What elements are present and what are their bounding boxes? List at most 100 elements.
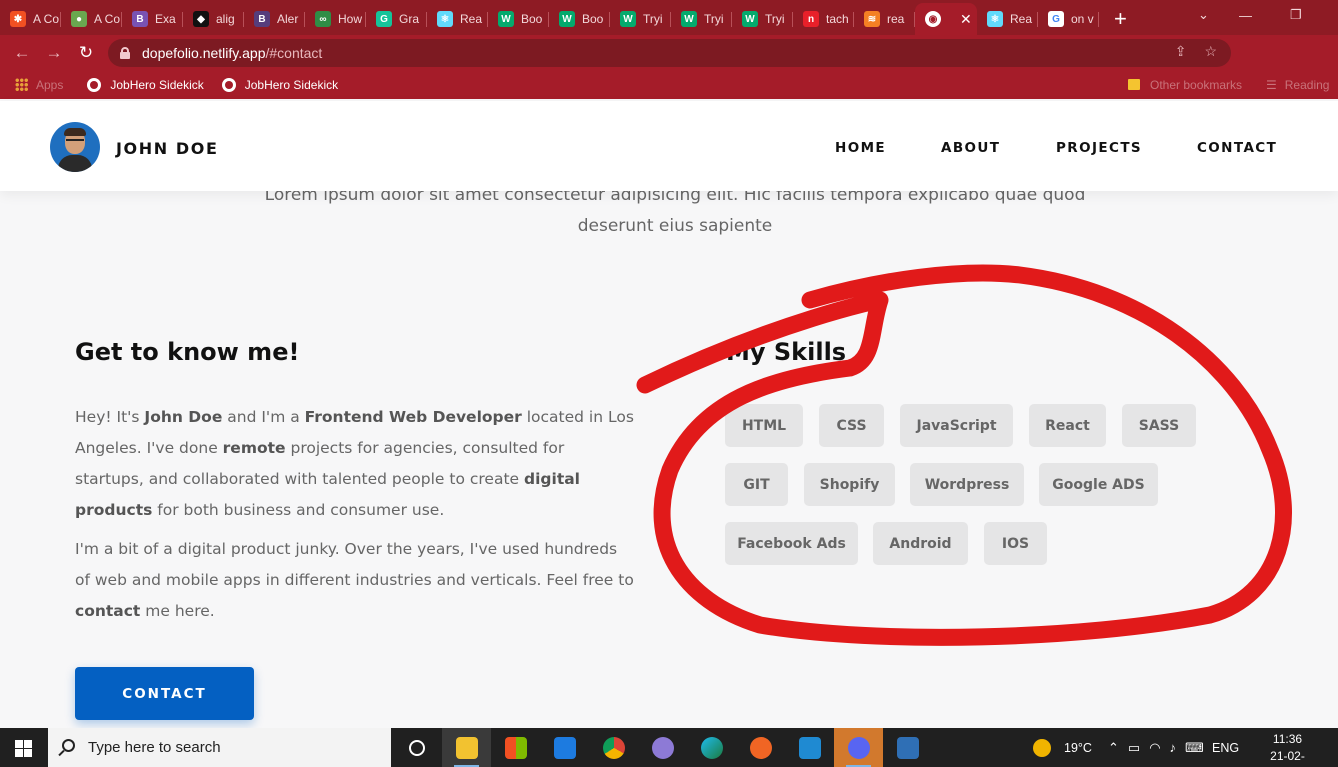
taskbar-search-input[interactable]: Type here to search [48,728,391,767]
tab-tabs-7[interactable]: ⚛ Rea [427,3,488,35]
windows-start-icon[interactable] [15,740,32,757]
weather-widget[interactable]: 19°C [1033,728,1092,767]
forward-arrow-icon[interactable]: → [38,43,70,63]
tab-favicon-icon: G [1048,11,1064,27]
new-tab-button[interactable]: + [1114,3,1127,35]
keyboard-icon[interactable]: ⌨ [1185,740,1204,756]
tab-favicon-icon: W [742,11,758,27]
language-indicator[interactable]: ENG [1212,728,1239,767]
battery-icon[interactable]: ▭ [1128,740,1140,756]
skill-tag: Android [873,522,968,565]
volume-icon[interactable]: ♪ [1170,740,1177,755]
tab-trailing_tabs-1[interactable]: Gon v [1038,3,1099,35]
nav-about[interactable]: ABOUT [941,140,1000,156]
tab-favicon-icon: ⚛ [987,11,1003,27]
other-bookmarks[interactable]: Other bookmarks [1128,70,1242,99]
active-tab-close-icon[interactable]: ✕ [960,11,972,28]
tab-tabs-2[interactable]: B Exa [122,3,183,35]
tab-favicon-icon: ✱ [10,11,26,27]
skill-tag: SASS [1122,404,1196,447]
tab-tabs-11[interactable]: W Tryi [671,3,732,35]
system-clock[interactable]: 11:36 21-02-2022 [1260,731,1315,767]
back-arrow-icon[interactable]: ← [6,43,38,63]
photos-icon[interactable] [883,728,932,767]
tab-list: ✱ A Co ● A Co B Exa ◆ alig B Aler ∞ How G Gra ⚛ Rea W Boo… [0,3,915,35]
tab-tabs-10[interactable]: W Tryi [610,3,671,35]
tab-label: Tryi [643,12,663,26]
chevron-up-icon[interactable]: ⌃ [1108,740,1119,756]
tab-label: Exa [155,12,176,26]
globe-icon [87,77,102,92]
skill-tag: Wordpress [910,463,1024,506]
tab-tabs-4[interactable]: B Aler [244,3,305,35]
tab-tabs-13[interactable]: n tach [793,3,854,35]
skill-tag: GIT [725,463,788,506]
tab-favicon-icon: W [559,11,575,27]
tab-tabs-8[interactable]: W Boo [488,3,549,35]
bookmark-apps[interactable]: Apps [36,78,63,92]
tab-label: Tryi [765,12,785,26]
app-icon[interactable] [736,728,785,767]
skills-heading: My Skills [726,338,847,366]
tab-trailing_tabs-0[interactable]: ⚛ Rea [977,3,1038,35]
tab-label: How [338,12,363,26]
avatar[interactable] [50,122,100,172]
tab-label: rea [887,12,905,26]
tab-tabs-9[interactable]: W Boo [549,3,610,35]
file-explorer-icon[interactable] [442,728,491,767]
reload-icon[interactable]: ↻ [70,43,102,63]
url-path: /#contact [265,45,323,61]
nav-home[interactable]: HOME [835,140,886,156]
nav-contact[interactable]: CONTACT [1197,140,1277,156]
tab-search-chevron-icon[interactable]: ⌄ [1198,0,1209,30]
discord-icon[interactable] [834,728,883,767]
tab-tabs-14[interactable]: ≋ rea [854,3,915,35]
chrome-icon[interactable] [589,728,638,767]
bookmarks-bar: Apps JobHero Sidekick JobHero Sidekick O… [0,70,1338,99]
address-bar[interactable]: dopefolio.netlify.app /#contact ⇪ ☆ [108,39,1231,67]
apps-grid-icon[interactable] [15,78,28,91]
brand-name[interactable]: JOHN DOE [116,139,219,158]
tab-tabs-0[interactable]: ✱ A Co [0,3,61,35]
browser-tab-strip: ✱ A Co ● A Co B Exa ◆ alig B Aler ∞ How G Gra ⚛ Rea W Boo… [0,0,1338,35]
tab-tabs-5[interactable]: ∞ How [305,3,366,35]
tab-active[interactable]: ◉ ✕ [915,3,977,35]
contact-link[interactable]: contact [75,602,140,620]
about-paragraph-2: I'm a bit of a digital product junky. Ov… [75,540,634,620]
wifi-icon[interactable]: ◠ [1149,740,1160,756]
share-icon[interactable]: ⇪ [1175,43,1187,60]
vscode-icon[interactable] [785,728,834,767]
lock-icon [120,47,130,59]
reading-list-icon: ☰ [1266,77,1277,92]
tab-label: Rea [1010,12,1033,26]
tab-tabs-6[interactable]: G Gra [366,3,427,35]
tab-label: Aler [277,12,299,26]
tab-label: A Co [94,12,121,26]
bookmark-jobhero-1[interactable]: JobHero Sidekick [87,77,204,92]
bookmark-jobhero-2[interactable]: JobHero Sidekick [221,77,339,92]
tab-tabs-3[interactable]: ◆ alig [183,3,244,35]
bookmark-label: JobHero Sidekick [244,77,339,92]
system-tray-icons[interactable]: ⌃ ▭ ◠ ♪ ⌨ [1108,728,1204,767]
search-icon [62,739,75,752]
tab-tabs-1[interactable]: ● A Co [61,3,122,35]
mail-icon[interactable] [540,728,589,767]
bookmark-star-icon[interactable]: ☆ [1204,43,1217,60]
browser-icon[interactable] [638,728,687,767]
site-header: JOHN DOE HOME ABOUT PROJECTS CONTACT [0,101,1338,191]
minimize-icon[interactable]: — [1239,0,1252,30]
nav-projects[interactable]: PROJECTS [1056,140,1142,156]
skill-tag: React [1029,404,1106,447]
temperature: 19°C [1064,740,1092,755]
maximize-icon[interactable]: ❐ [1290,0,1302,30]
task-view-icon[interactable] [392,728,441,767]
tab-favicon-icon: G [376,11,392,27]
edge-icon[interactable] [687,728,736,767]
folder-icon [1128,79,1140,90]
contact-button[interactable]: CONTACT [75,667,254,720]
reading-list-label: Reading [1284,77,1330,92]
store-icon[interactable] [491,728,540,767]
tab-label: tach [826,12,849,26]
reading-list[interactable]: ☰ Reading [1266,70,1329,99]
tab-tabs-12[interactable]: W Tryi [732,3,793,35]
